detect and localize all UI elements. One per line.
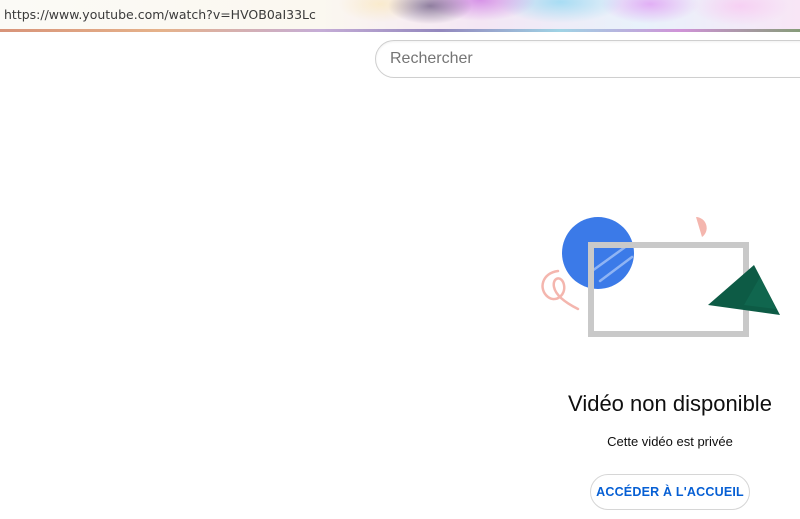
- url-text[interactable]: https://www.youtube.com/watch?v=HVOB0aI3…: [4, 7, 316, 22]
- blue-circle-shape: [562, 217, 634, 289]
- page: https://www.youtube.com/watch?v=HVOB0aI3…: [0, 0, 800, 519]
- search-input[interactable]: [390, 41, 790, 77]
- browser-address-bar[interactable]: https://www.youtube.com/watch?v=HVOB0aI3…: [0, 0, 800, 32]
- pink-semicircle-shape: [696, 217, 707, 237]
- error-message: Cette vidéo est privée: [607, 434, 733, 449]
- search-box[interactable]: [375, 40, 800, 78]
- illustration-icon: [541, 217, 780, 337]
- video-unavailable-illustration: [530, 205, 800, 350]
- error-title: Vidéo non disponible: [568, 391, 772, 416]
- go-home-button[interactable]: ACCÉDER À L'ACCUEIL: [590, 474, 750, 510]
